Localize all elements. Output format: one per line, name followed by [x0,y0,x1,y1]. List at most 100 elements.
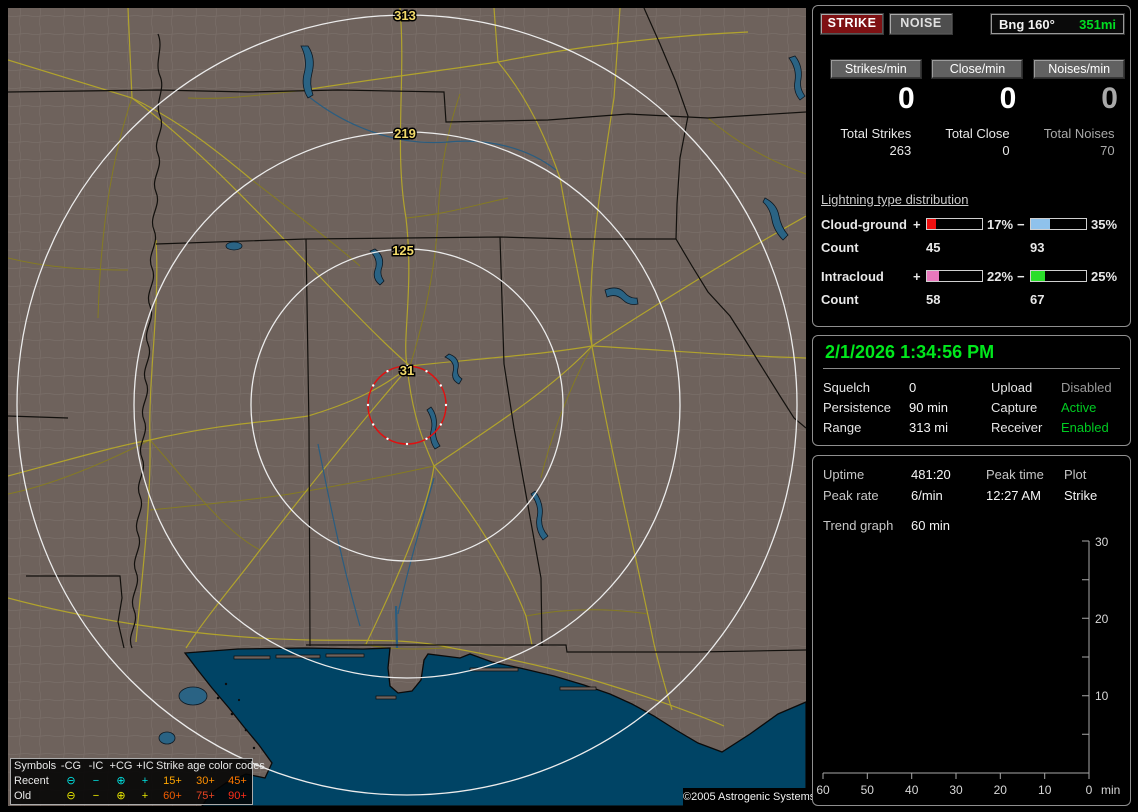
close-per-min-value: 0 [999,82,1017,115]
legend-old-label: Old [14,790,32,802]
legend-age-header: Strike age color codes [156,760,265,772]
ic-positive-fill [927,271,940,281]
ic-negative-pct: 25% [1091,268,1118,284]
capture-status: Active [1061,400,1097,415]
ring-label-313: 313 [394,8,416,23]
cg-negative-bar [1030,218,1087,230]
y-tick-10: 10 [1095,689,1109,703]
legend-col-pos-ic: +IC [136,760,154,772]
total-close-label: Total Close [945,126,1010,141]
legend-old-row: Old ⊖ − ⊕ + 60+ 75+ 90+ [11,789,252,804]
ic-negative-count: 67 [1030,292,1045,307]
ring-label-31: 31 [400,363,414,378]
close-per-min-button[interactable]: Close/min [932,60,1023,78]
total-strikes-label: Total Strikes [840,126,912,141]
old-pos-ic-icon: + [141,790,149,802]
peak-time-value: 12:27 AM [986,488,1041,503]
uptime-value: 481:20 [911,467,951,482]
total-noises: Total Noises 70 [1044,126,1115,158]
age-90: 90+ [228,790,247,802]
receiver-label: Receiver [991,420,1043,435]
strike-mode-button[interactable]: STRIKE [821,14,883,34]
trend-axes [822,540,1090,779]
age-45: 45+ [228,775,247,787]
old-neg-ic-icon: − [92,790,100,802]
cg-count-label: Count [821,240,859,255]
x-axis-unit: min [1101,783,1120,797]
y-tick-20: 20 [1095,612,1109,626]
receiver-status: Enabled [1061,420,1109,435]
range-label: Range [823,420,862,435]
x-tick-20: 20 [994,783,1008,797]
distribution-title: Lightning type distribution [821,192,969,207]
map-canvas: 31 125 219 313 [8,8,806,806]
strikes-per-min-value: 0 [897,82,915,115]
total-strikes-value: 263 [889,143,912,158]
bearing-value: Bng 160° [999,16,1055,32]
recent-neg-cg-icon: ⊖ [66,775,76,787]
upload-status: Disabled [1061,380,1112,395]
trend-graph: 30 20 10 60 50 40 30 20 10 0 min [816,535,1120,797]
age-15: 15+ [163,775,182,787]
x-tick-60: 60 [816,783,830,797]
cg-negative-fill [1031,219,1051,229]
intracloud-row: Intracloud + 22% − 25% [821,268,1122,284]
datetime-display: 2/1/2026 1:34:56 PM [823,340,1120,369]
recent-pos-ic-icon: + [141,775,149,787]
age-75: 75+ [196,790,215,802]
cg-positive-fill [927,219,937,229]
legend-recent-row: Recent ⊖ − ⊕ + 15+ 30+ 45+ [11,774,252,789]
x-tick-30: 30 [949,783,963,797]
legend-symbols-header: Symbols [14,760,57,772]
cloud-ground-row: Cloud-ground + 17% − 35% [821,216,1122,232]
noises-per-min-button[interactable]: Noises/min [1034,60,1125,78]
minus-sign: − [1017,216,1025,232]
cg-negative-count: 93 [1030,240,1045,255]
y-tick-30: 30 [1095,535,1109,549]
legend-col-neg-ic: -IC [88,760,104,772]
noises-per-min-value: 0 [1101,82,1118,115]
cg-negative-pct: 35% [1091,216,1118,232]
x-tick-0: 0 [1086,783,1093,797]
intracloud-label: Intracloud [821,268,884,284]
intracloud-count-row: Count 58 67 [821,292,1122,308]
squelch-value: 0 [909,380,917,395]
ic-negative-bar [1030,270,1087,282]
bearing-readout: Bng 160° 351mi [991,14,1124,34]
x-tick-40: 40 [905,783,919,797]
ic-count-label: Count [821,292,859,307]
age-60: 60+ [163,790,182,802]
copyright-notice: ©2005 Astrogenic Systems [683,788,815,806]
trend-panel: Uptime 481:20 Peak time Plot Peak rate 6… [812,455,1131,806]
total-close: Total Close 0 [945,126,1009,158]
plot-label: Plot [1064,467,1087,482]
persistence-label: Persistence [823,400,891,415]
old-pos-cg-icon: ⊕ [116,790,126,802]
legend-col-pos-cg: +CG [109,760,133,772]
ic-positive-count: 58 [926,292,941,307]
strikes-per-min-button[interactable]: Strikes/min [830,60,921,78]
total-close-value: 0 [1002,143,1010,158]
total-strikes: Total Strikes 263 [840,126,911,158]
cloud-ground-label: Cloud-ground [821,216,907,232]
total-noises-value: 70 [1100,143,1115,158]
persistence-value: 90 min [909,400,949,415]
upload-label: Upload [991,380,1033,395]
bearing-distance: 351mi [1079,16,1116,32]
age-30: 30+ [196,775,215,787]
cloud-ground-count-row: Count 45 93 [821,240,1122,256]
old-neg-cg-icon: ⊖ [66,790,76,802]
ic-negative-fill [1031,271,1045,281]
map-legend: Symbols -CG -IC +CG +IC Strike age color… [10,758,265,805]
radar-map[interactable]: 31 125 219 313 [8,8,806,806]
status-panel: 2/1/2026 1:34:56 PM Squelch 0 Upload Dis… [812,335,1131,446]
noise-mode-button[interactable]: NOISE [890,14,952,34]
plus-sign: + [913,268,921,284]
recent-neg-ic-icon: − [92,775,100,787]
ic-positive-pct: 22% [987,268,1014,284]
capture-label: Capture [991,400,1038,415]
cg-positive-bar [926,218,983,230]
plot-value: Strike [1064,488,1098,503]
squelch-label: Squelch [823,380,870,395]
cg-positive-pct: 17% [987,216,1014,232]
